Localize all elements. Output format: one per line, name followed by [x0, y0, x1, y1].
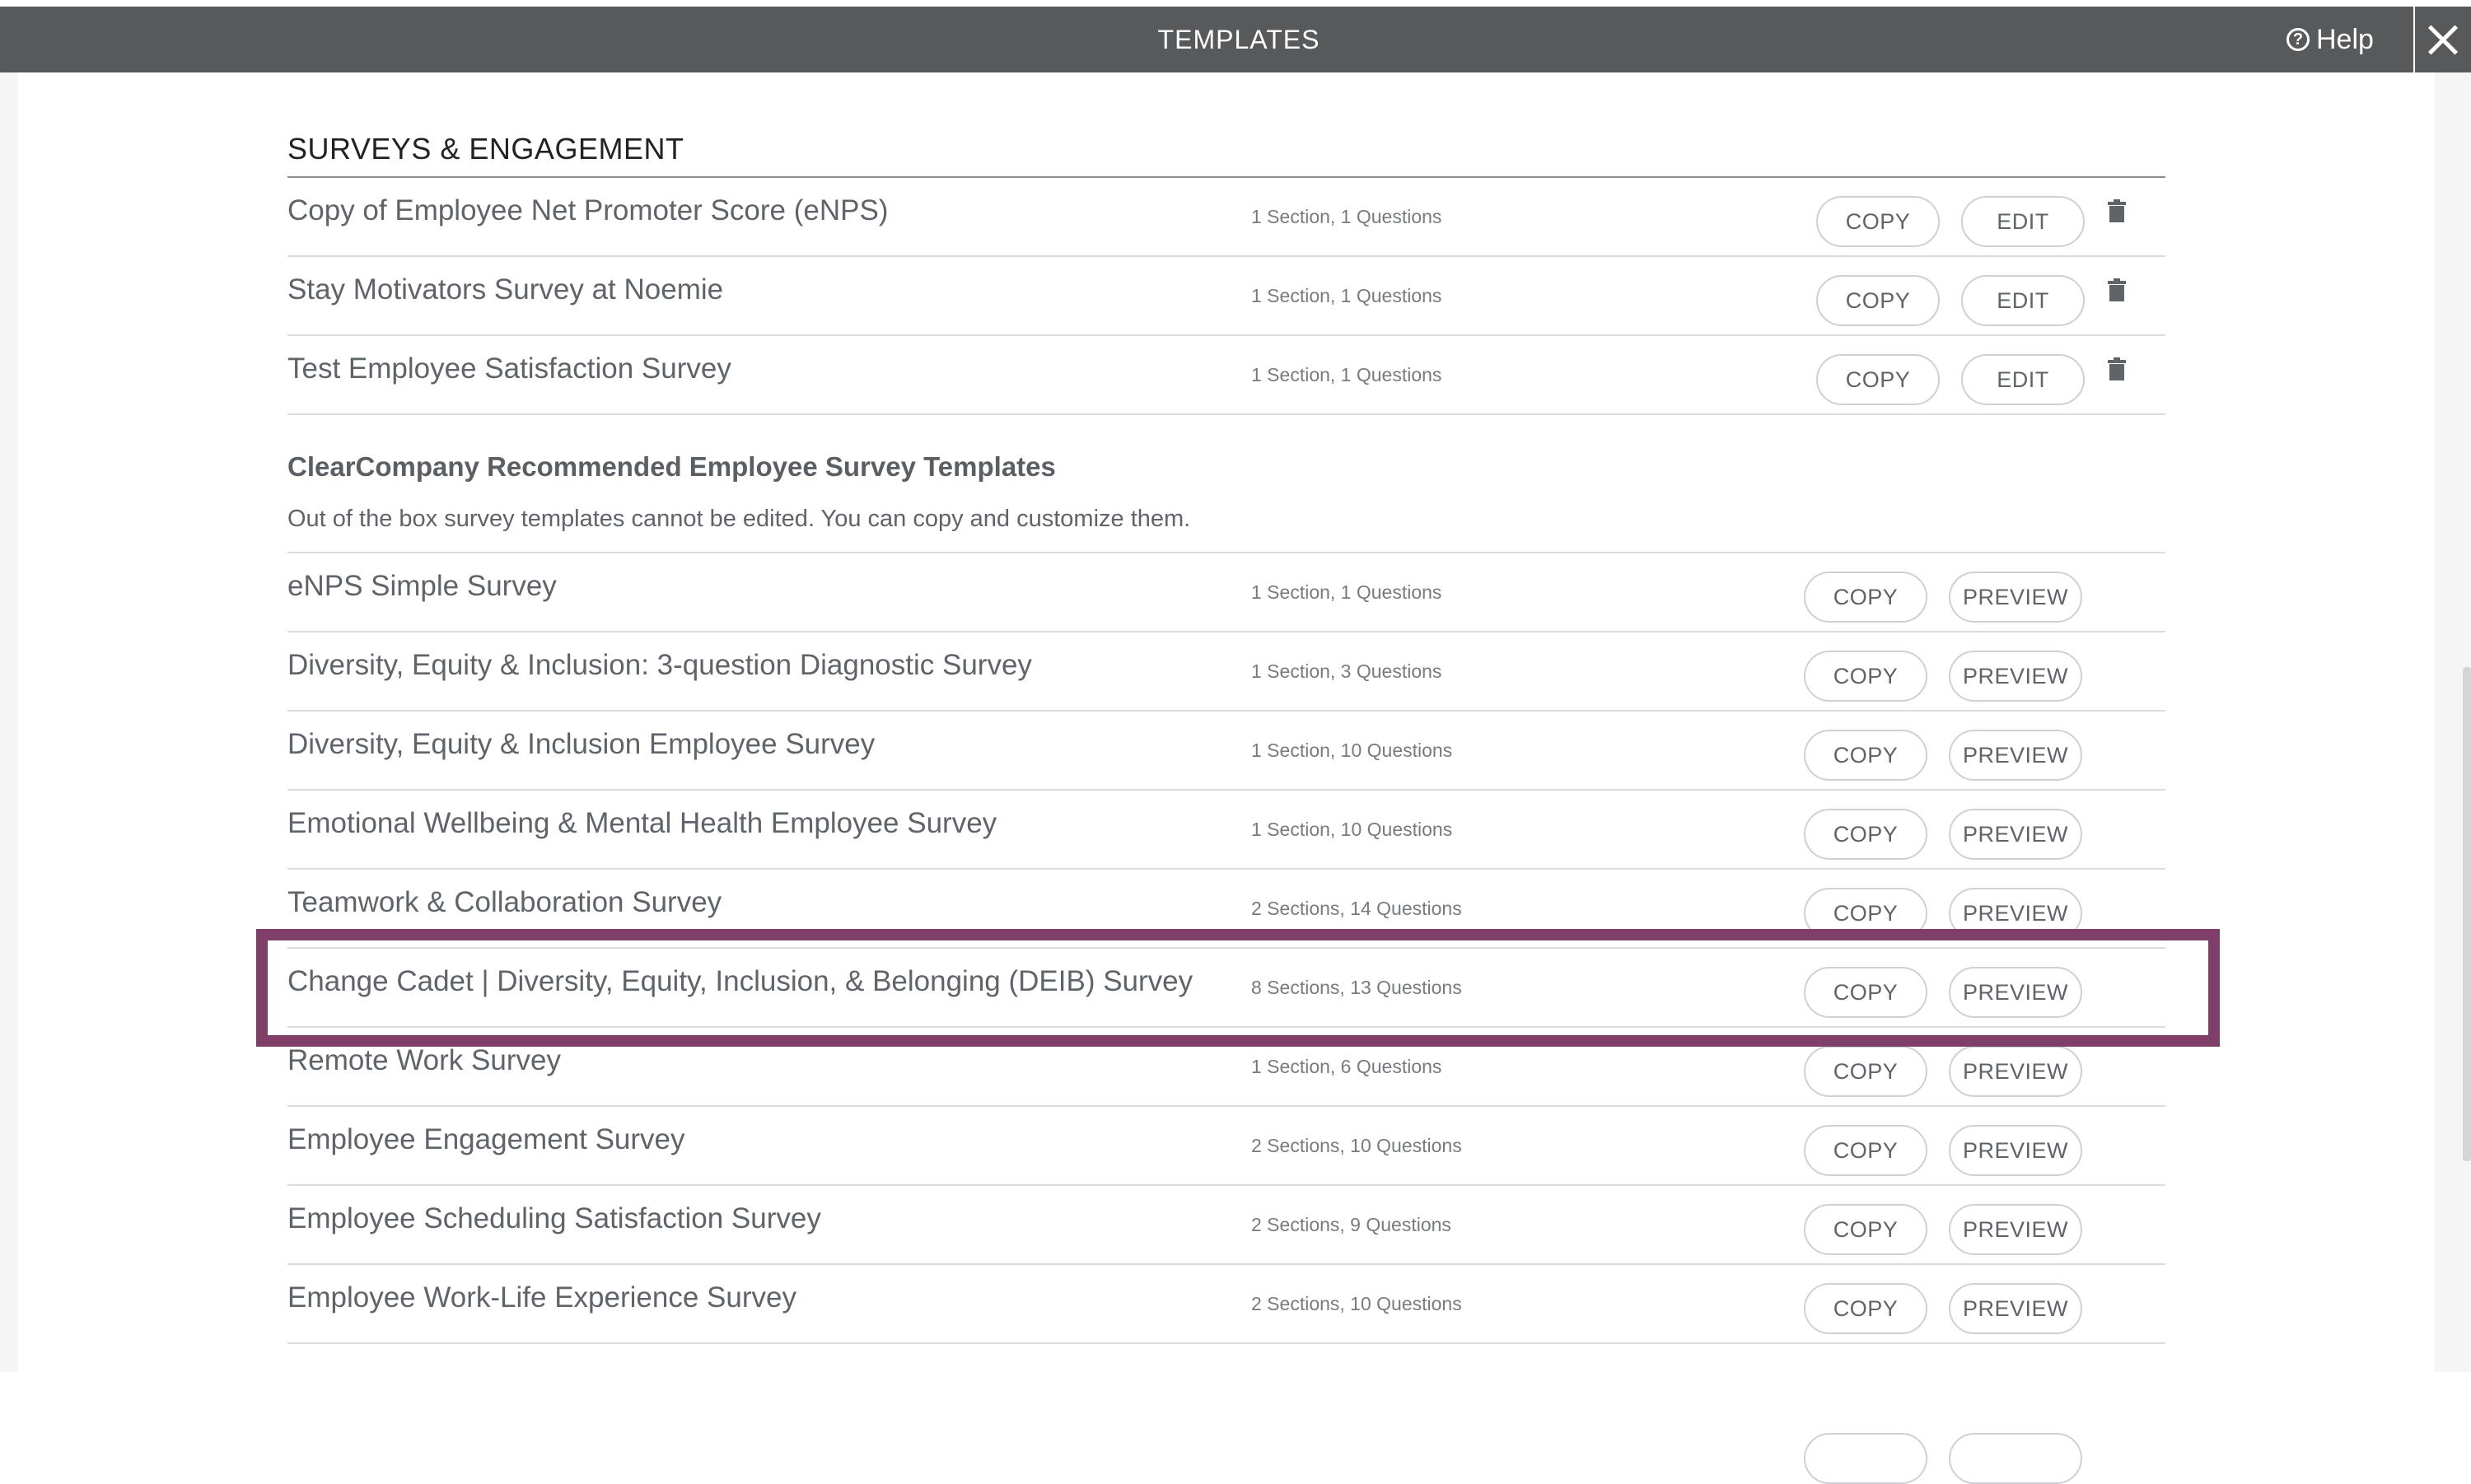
table-row: Copy of Employee Net Promoter Score (eNP…: [287, 178, 2165, 257]
preview-button[interactable]: [1949, 1433, 2082, 1484]
table-row: Diversity, Equity & Inclusion: 3-questio…: [287, 632, 2165, 712]
close-icon: [2427, 24, 2459, 55]
template-name: Employee Engagement Survey: [287, 1123, 685, 1155]
template-name: Employee Work-Life Experience Survey: [287, 1281, 796, 1314]
table-row: Test Employee Satisfaction Survey 1 Sect…: [287, 336, 2165, 415]
modal-header: TEMPLATES ? Help: [0, 7, 2471, 72]
copy-button[interactable]: COPY: [1816, 275, 1940, 326]
modal-title: TEMPLATES: [1157, 25, 1320, 54]
template-meta: 1 Section, 6 Questions: [1251, 1056, 1442, 1077]
close-button[interactable]: [2413, 7, 2471, 72]
template-name: Emotional Wellbeing & Mental Health Empl…: [287, 807, 997, 839]
template-meta: 2 Sections, 10 Questions: [1251, 1293, 1462, 1314]
table-row: Employee Engagement Survey 2 Sections, 1…: [287, 1107, 2165, 1186]
copy-button[interactable]: COPY: [1804, 888, 1927, 939]
copy-button[interactable]: COPY: [1804, 1046, 1927, 1097]
template-meta: 8 Sections, 13 Questions: [1251, 977, 1462, 998]
copy-button[interactable]: COPY: [1816, 354, 1940, 405]
table-row-highlighted: Change Cadet | Diversity, Equity, Inclus…: [287, 949, 2165, 1028]
edit-button[interactable]: EDIT: [1961, 196, 2085, 247]
table-row: Employee Scheduling Satisfaction Survey …: [287, 1186, 2165, 1265]
top-edge: [0, 0, 2471, 7]
template-meta: 1 Section, 10 Questions: [1251, 819, 1453, 840]
edit-button[interactable]: EDIT: [1961, 275, 2085, 326]
preview-button[interactable]: PREVIEW: [1949, 1283, 2082, 1334]
preview-button[interactable]: PREVIEW: [1949, 1204, 2082, 1255]
table-row: Teamwork & Collaboration Survey 2 Sectio…: [287, 870, 2165, 949]
copy-button[interactable]: [1804, 1433, 1927, 1484]
copy-button[interactable]: COPY: [1804, 1125, 1927, 1176]
template-meta: 2 Sections, 10 Questions: [1251, 1135, 1462, 1156]
copy-button[interactable]: COPY: [1804, 1204, 1927, 1255]
template-name: Remote Work Survey: [287, 1044, 561, 1076]
copy-button[interactable]: COPY: [1804, 809, 1927, 860]
preview-button[interactable]: PREVIEW: [1949, 1046, 2082, 1097]
scrollbar-thumb[interactable]: [2463, 667, 2471, 1161]
template-meta: 1 Section, 1 Questions: [1251, 285, 1442, 306]
template-meta: 1 Section, 1 Questions: [1251, 364, 1442, 385]
section-title: SURVEYS & ENGAGEMENT: [287, 132, 684, 166]
template-meta: 1 Section, 1 Questions: [1251, 581, 1442, 603]
preview-button[interactable]: PREVIEW: [1949, 572, 2082, 623]
table-row: Employee Work-Life Experience Survey 2 S…: [287, 1265, 2165, 1344]
template-name: Employee Scheduling Satisfaction Survey: [287, 1202, 821, 1234]
help-label: Help: [2316, 24, 2374, 55]
template-name: Stay Motivators Survey at Noemie: [287, 273, 724, 306]
preview-button[interactable]: PREVIEW: [1949, 809, 2082, 860]
table-row: Emotional Wellbeing & Mental Health Empl…: [287, 791, 2165, 870]
template-name: Diversity, Equity & Inclusion: 3-questio…: [287, 649, 1032, 681]
template-meta: 1 Section, 10 Questions: [1251, 740, 1453, 761]
table-row-partial: [287, 1344, 2165, 1484]
template-meta: 1 Section, 3 Questions: [1251, 660, 1442, 682]
trash-icon[interactable]: [2108, 278, 2126, 301]
table-row: Stay Motivators Survey at Noemie 1 Secti…: [287, 257, 2165, 336]
question-circle-icon: ?: [2286, 28, 2310, 51]
left-gutter: [0, 72, 18, 1372]
copy-button[interactable]: COPY: [1804, 1283, 1927, 1334]
trash-icon[interactable]: [2108, 357, 2126, 380]
preview-button[interactable]: PREVIEW: [1949, 651, 2082, 702]
template-name: Diversity, Equity & Inclusion Employee S…: [287, 728, 876, 760]
template-name: eNPS Simple Survey: [287, 570, 557, 602]
preview-button[interactable]: PREVIEW: [1949, 967, 2082, 1018]
recommended-title: ClearCompany Recommended Employee Survey…: [287, 451, 1056, 482]
template-meta: 2 Sections, 9 Questions: [1251, 1214, 1451, 1235]
table-row: Diversity, Equity & Inclusion Employee S…: [287, 712, 2165, 791]
preview-button[interactable]: PREVIEW: [1949, 888, 2082, 939]
copy-button[interactable]: COPY: [1804, 967, 1927, 1018]
table-row: eNPS Simple Survey 1 Section, 1 Question…: [287, 553, 2165, 632]
trash-icon[interactable]: [2108, 199, 2126, 222]
copy-button[interactable]: COPY: [1804, 730, 1927, 781]
template-meta: 1 Section, 1 Questions: [1251, 206, 1442, 227]
template-name: Teamwork & Collaboration Survey: [287, 886, 722, 918]
preview-button[interactable]: PREVIEW: [1949, 730, 2082, 781]
edit-button[interactable]: EDIT: [1961, 354, 2085, 405]
template-name: Test Employee Satisfaction Survey: [287, 352, 731, 385]
template-name: Change Cadet | Diversity, Equity, Inclus…: [287, 965, 1193, 997]
copy-button[interactable]: COPY: [1816, 196, 1940, 247]
copy-button[interactable]: COPY: [1804, 651, 1927, 702]
copy-button[interactable]: COPY: [1804, 572, 1927, 623]
template-meta: 2 Sections, 14 Questions: [1251, 898, 1462, 919]
table-row: Remote Work Survey 1 Section, 6 Question…: [287, 1028, 2165, 1107]
template-name: Copy of Employee Net Promoter Score (eNP…: [287, 194, 889, 226]
recommended-description: Out of the box survey templates cannot b…: [287, 506, 1191, 532]
help-link[interactable]: ? Help: [2286, 7, 2374, 72]
preview-button[interactable]: PREVIEW: [1949, 1125, 2082, 1176]
